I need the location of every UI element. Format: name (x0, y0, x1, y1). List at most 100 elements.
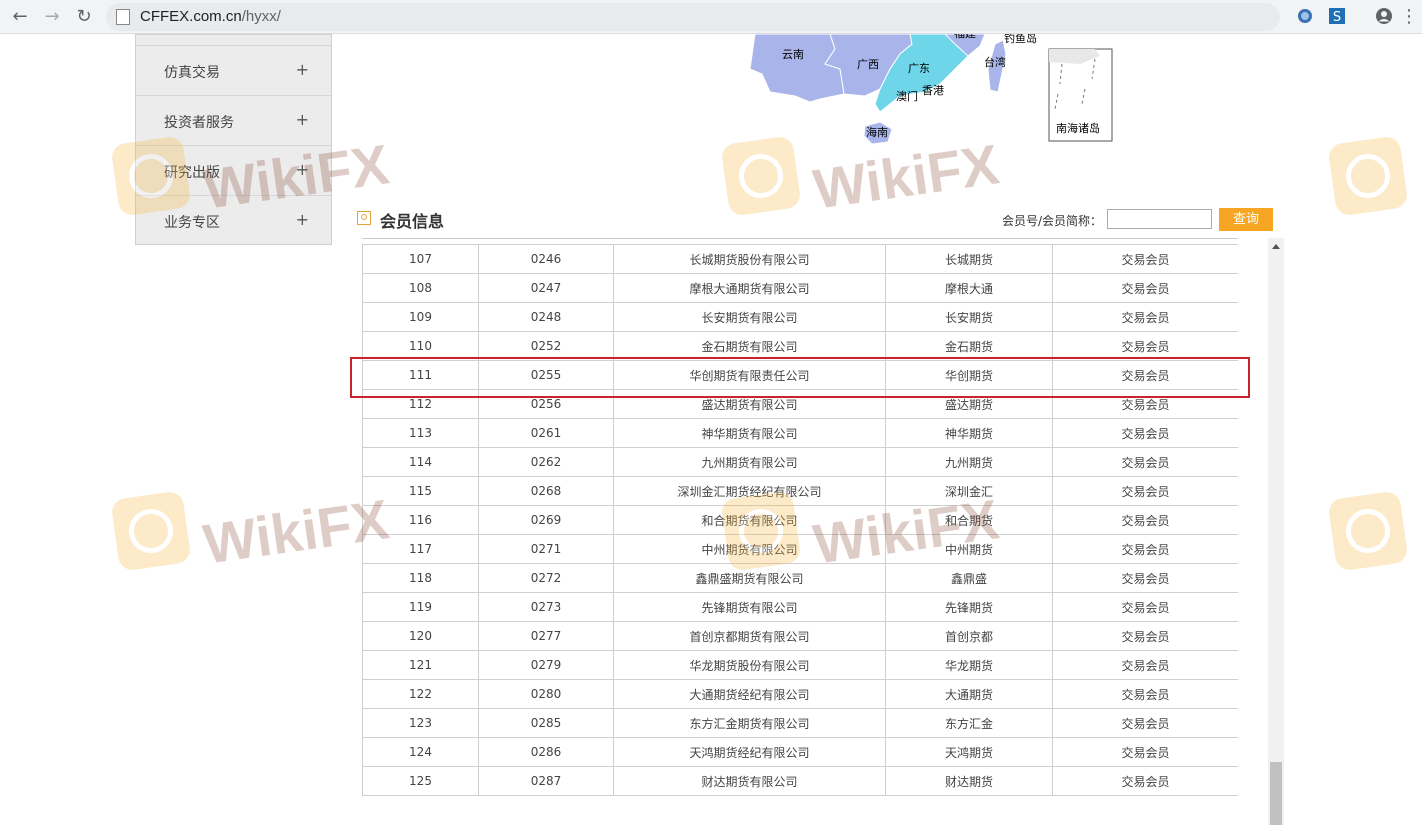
watermark-logo-icon (1327, 490, 1409, 572)
sidebar-item-business-area[interactable]: 业务专区 + (136, 195, 331, 245)
china-map: 云南 广西 广东 澳门 香港 海南 台湾 钓鱼岛 南海诸岛 福建 (749, 34, 1113, 145)
address-bar[interactable]: CFFEX.com.cn/hyxx/ (106, 3, 1280, 31)
table-cell: 天鸿期货经纪有限公司 (613, 737, 886, 767)
table-cell: 0248 (478, 302, 614, 332)
region-yunnan[interactable] (749, 34, 845, 103)
browser-toolbar: ← → ↻ CFFEX.com.cn/hyxx/ S ⋮ (0, 0, 1422, 34)
table-cell: 神华期货有限公司 (613, 418, 886, 448)
table-cell: 交易会员 (1052, 650, 1238, 680)
watermark-logo-icon (1327, 135, 1409, 217)
table-cell: 财达期货 (885, 766, 1053, 796)
table-cell: 和合期货有限公司 (613, 505, 886, 535)
url-host: CFFEX.com.cn (140, 8, 242, 25)
table-cell: 交易会员 (1052, 534, 1238, 564)
table-cell: 华龙期货股份有限公司 (613, 650, 886, 680)
table-row: 107 0246 长城期货股份有限公司 长城期货 交易会员 (362, 244, 1238, 274)
table-cell: 长城期货 (885, 244, 1053, 274)
table-cell: 0246 (478, 244, 614, 274)
sidebar-item-label: 投资者服务 (164, 115, 234, 131)
map-label: 海南 (866, 125, 888, 139)
table-cell: 长安期货 (885, 302, 1053, 332)
table-cell: 0247 (478, 273, 614, 303)
account-icon[interactable] (1375, 7, 1393, 25)
table-cell: 0271 (478, 534, 614, 564)
table-cell: 深圳金汇 (885, 476, 1053, 506)
table-cell: 财达期货有限公司 (613, 766, 886, 796)
menu-icon[interactable]: ⋮ (1400, 5, 1418, 29)
table-cell: 0279 (478, 650, 614, 680)
member-search-input[interactable] (1107, 209, 1212, 229)
table-cell: 0262 (478, 447, 614, 477)
sidebar-item-simulated-trading[interactable]: 仿真交易 + (136, 45, 331, 95)
table-cell: 115 (362, 476, 479, 506)
table-cell: 深圳金汇期货经纪有限公司 (613, 476, 886, 506)
table-scrollbar[interactable] (1268, 238, 1284, 825)
plus-icon: + (295, 160, 309, 179)
svg-text:S: S (1333, 10, 1341, 25)
table-cell: 长安期货有限公司 (613, 302, 886, 332)
table-cell: 108 (362, 273, 479, 303)
extension-globe-icon[interactable] (1296, 7, 1314, 25)
scroll-thumb[interactable] (1270, 762, 1282, 825)
table-cell: 124 (362, 737, 479, 767)
extension-s-icon[interactable]: S (1328, 7, 1346, 25)
table-cell: 交易会员 (1052, 737, 1238, 767)
table-cell: 交易会员 (1052, 563, 1238, 593)
table-row: 119 0273 先锋期货有限公司 先锋期货 交易会员 (362, 592, 1238, 622)
table-cell: 中州期货 (885, 534, 1053, 564)
table-row: 121 0279 华龙期货股份有限公司 华龙期货 交易会员 (362, 650, 1238, 680)
map-label: 云南 (782, 48, 804, 61)
forward-icon[interactable]: → (40, 5, 64, 29)
table-cell: 交易会员 (1052, 708, 1238, 738)
sidebar-item-label: 仿真交易 (164, 65, 220, 81)
reload-icon[interactable]: ↻ (72, 5, 96, 29)
table-cell: 0272 (478, 563, 614, 593)
table-cell: 摩根大通 (885, 273, 1053, 303)
table-cell: 交易会员 (1052, 244, 1238, 274)
table-cell: 交易会员 (1052, 766, 1238, 796)
plus-icon: + (295, 60, 309, 79)
table-cell: 120 (362, 621, 479, 651)
table-cell: 和合期货 (885, 505, 1053, 535)
table-cell: 交易会员 (1052, 592, 1238, 622)
sidebar-item-label: 研究出版 (164, 165, 220, 181)
search-button[interactable]: 查询 (1219, 208, 1273, 231)
table-row: 115 0268 深圳金汇期货经纪有限公司 深圳金汇 交易会员 (362, 476, 1238, 506)
user-icon (357, 211, 371, 225)
search-label: 会员号/会员简称： (1002, 214, 1103, 228)
member-table-container: 107 0246 长城期货股份有限公司 长城期货 交易会员 108 0247 摩根大通期货有限… (362, 238, 1238, 826)
member-info-header: 会员信息 会员号/会员简称： 查询 (357, 207, 1273, 233)
table-cell: 119 (362, 592, 479, 622)
table-row: 118 0272 鑫鼎盛期货有限公司 鑫鼎盛 交易会员 (362, 563, 1238, 593)
map-label: 澳门 (896, 89, 918, 103)
table-row: 109 0248 长安期货有限公司 长安期货 交易会员 (362, 302, 1238, 332)
map-label: 台湾 (984, 55, 1006, 69)
sidebar-item-research-publications[interactable]: 研究出版 + (136, 145, 331, 195)
map-label: 广西 (857, 58, 879, 71)
scroll-up-icon[interactable] (1272, 244, 1280, 249)
table-cell: 0285 (478, 708, 614, 738)
table-cell: 122 (362, 679, 479, 709)
table-cell: 118 (362, 563, 479, 593)
back-icon[interactable]: ← (8, 5, 32, 29)
table-cell: 114 (362, 447, 479, 477)
table-cell: 交易会员 (1052, 505, 1238, 535)
plus-icon: + (295, 110, 309, 129)
table-cell: 交易会员 (1052, 621, 1238, 651)
table-cell: 121 (362, 650, 479, 680)
table-row: 123 0285 东方汇金期货有限公司 东方汇金 交易会员 (362, 708, 1238, 738)
table-cell: 华龙期货 (885, 650, 1053, 680)
url-text: CFFEX.com.cn/hyxx/ (140, 8, 281, 25)
sidebar-item-investor-services[interactable]: 投资者服务 + (136, 95, 331, 145)
table-cell: 天鸿期货 (885, 737, 1053, 767)
table-cell: 神华期货 (885, 418, 1053, 448)
table-cell: 鑫鼎盛 (885, 563, 1053, 593)
table-cell: 116 (362, 505, 479, 535)
table-cell: 交易会员 (1052, 302, 1238, 332)
section-title: 会员信息 (380, 212, 445, 231)
map-label: 钓鱼岛 (1004, 34, 1037, 45)
table-cell: 交易会员 (1052, 476, 1238, 506)
sidebar-menu: 仿真交易 + 投资者服务 + 研究出版 + 业务专区 + (135, 34, 332, 245)
page-icon (116, 9, 130, 25)
member-table: 107 0246 长城期货股份有限公司 长城期货 交易会员 108 0247 摩根大通期货有限… (362, 244, 1238, 796)
